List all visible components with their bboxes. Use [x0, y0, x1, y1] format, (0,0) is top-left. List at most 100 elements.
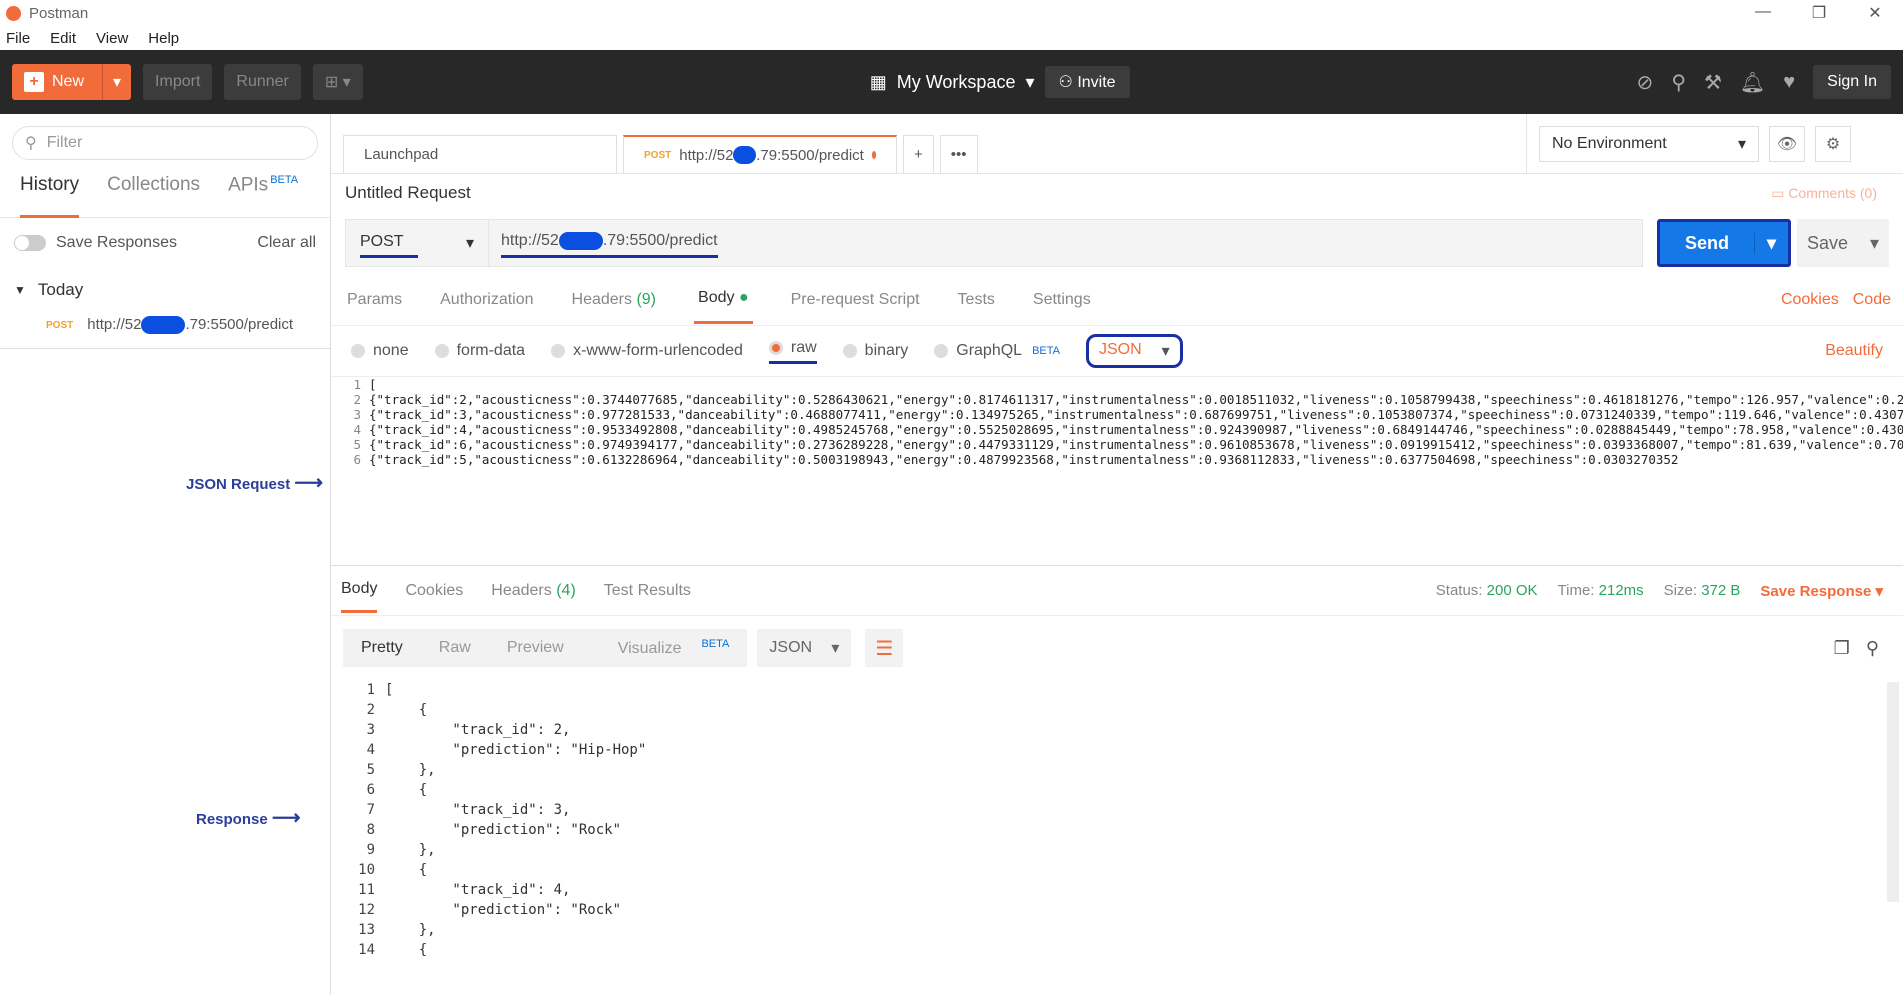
tab-settings[interactable]: Settings [1033, 291, 1091, 309]
send-button[interactable]: Send ▾ [1657, 219, 1791, 267]
code-line: 11 "track_id": 4, [331, 880, 1903, 900]
caret-down-icon: ▼ [14, 283, 26, 297]
more-tabs-icon[interactable]: ••• [939, 135, 978, 173]
radio-raw[interactable]: raw [768, 339, 817, 364]
tab-tests[interactable]: Tests [958, 291, 995, 309]
code-text: "prediction": "Rock" [385, 902, 622, 918]
tab-headers[interactable]: Headers (9) [572, 291, 657, 309]
beautify-button[interactable]: Beautify [1825, 342, 1883, 360]
code-line: 4 "prediction": "Hip-Hop" [331, 740, 1903, 760]
menu-help[interactable]: Help [148, 30, 179, 47]
view-pretty[interactable]: Pretty [343, 639, 421, 657]
radio-urlencoded[interactable]: x-www-form-urlencoded [551, 342, 743, 360]
tab-collections[interactable]: Collections [107, 174, 200, 217]
code-line: 9 }, [331, 840, 1903, 860]
chevron-down-icon[interactable]: ▾ [1754, 232, 1788, 254]
tab-pre-request-script[interactable]: Pre-request Script [791, 291, 920, 309]
arrow-right-icon: ⟶ [294, 472, 324, 494]
view-visualize[interactable]: Visualize BETA [582, 638, 748, 658]
menu-bar: File Edit View Help [0, 26, 1903, 50]
code-text: "prediction": "Rock" [385, 822, 622, 838]
wrap-lines-icon[interactable]: ☰ [865, 629, 904, 667]
redaction-mark [558, 232, 603, 251]
eye-icon[interactable]: 👁︎ [1769, 126, 1805, 162]
code-text: { [385, 862, 428, 878]
menu-edit[interactable]: Edit [50, 30, 76, 47]
request-body-editor[interactable]: 1[2 {"track_id":2,"acousticness":0.374407… [331, 376, 1903, 566]
history-group-today[interactable]: ▼ Today [0, 268, 330, 300]
response-body-viewer[interactable]: 1[2 {3 "track_id": 2, 4 "prediction": "Hi… [331, 680, 1903, 970]
comments-button[interactable]: ▭ Comments (0) [1771, 185, 1877, 202]
tab-launchpad[interactable]: Launchpad [343, 135, 617, 173]
import-button[interactable]: Import [143, 64, 213, 100]
restore-icon[interactable]: ❐ [1791, 3, 1847, 23]
view-mode-group: Pretty Raw Preview Visualize BETA [343, 629, 748, 667]
view-preview[interactable]: Preview [489, 639, 582, 657]
tab-test-results[interactable]: Test Results [604, 582, 691, 600]
url-input[interactable]: http://52.79:5500/predict [489, 219, 1643, 267]
tab-history[interactable]: History [20, 174, 80, 218]
code-text: {"track_id":4,"acousticness":0.953349280… [369, 422, 1903, 437]
body-format-select[interactable]: JSON ▾ [1085, 334, 1183, 368]
save-response-button[interactable]: Save Response ▾ [1760, 582, 1883, 600]
filter-input[interactable]: ⚲ Filter [12, 126, 318, 160]
line-number: 7 [366, 802, 375, 818]
wrench-icon[interactable]: ⚒ [1704, 70, 1722, 95]
clear-all-button[interactable]: Clear all [257, 234, 316, 252]
title-bar: Postman — ❐ ✕ [0, 0, 1903, 26]
environment-select[interactable]: No Environment ▾ [1539, 126, 1759, 162]
request-title-row: Untitled Request ▭ Comments (0) [331, 174, 1903, 212]
menu-view[interactable]: View [96, 30, 128, 47]
runner-button[interactable]: Runner [224, 64, 301, 100]
workspace-switcher[interactable]: ▦ My Workspace ▾ ⚇ Invite [870, 66, 1130, 98]
view-raw[interactable]: Raw [421, 639, 489, 657]
invite-button[interactable]: ⚇ Invite [1044, 66, 1130, 98]
tab-response-headers[interactable]: Headers (4) [491, 582, 576, 600]
tab-apis[interactable]: APIs BETA [228, 174, 298, 217]
line-number: 13 [358, 922, 375, 938]
radio-binary[interactable]: binary [842, 342, 908, 360]
history-item[interactable]: POST http://52.79:5500/predict [0, 300, 330, 335]
sign-in-button[interactable]: Sign In [1813, 65, 1891, 99]
sync-off-icon[interactable]: ⊘ [1637, 70, 1654, 95]
chevron-down-icon: ▾ [1161, 343, 1170, 360]
tab-authorization[interactable]: Authorization [440, 291, 533, 309]
add-window-icon: ⊞ ▾ [324, 74, 351, 91]
save-responses-toggle[interactable] [14, 235, 46, 251]
method-select[interactable]: POST ▾ [345, 219, 489, 267]
tab-response-cookies[interactable]: Cookies [405, 582, 463, 600]
close-icon[interactable]: ✕ [1847, 3, 1903, 23]
tab-params[interactable]: Params [347, 291, 402, 309]
add-tab-button[interactable]: + [903, 135, 934, 173]
satellite-icon[interactable]: ⚲ [1671, 70, 1686, 95]
minimize-icon[interactable]: — [1735, 3, 1791, 23]
request-title[interactable]: Untitled Request [345, 183, 471, 203]
radio-form-data[interactable]: form-data [434, 342, 525, 360]
code-line: 5 }, [331, 760, 1903, 780]
redaction-mark [141, 316, 186, 335]
menu-file[interactable]: File [6, 30, 30, 47]
new-window-button[interactable]: ⊞ ▾ [312, 64, 363, 100]
tab-body[interactable]: Body ● [694, 275, 753, 324]
radio-none[interactable]: none [351, 342, 409, 360]
chevron-down-icon[interactable]: ▾ [102, 64, 131, 100]
tab-response-body[interactable]: Body [341, 568, 378, 613]
save-button[interactable]: Save ▾ [1797, 219, 1889, 267]
tab-active-request[interactable]: POST http://52.79:5500/predict [623, 135, 897, 173]
line-number: 2 [353, 392, 361, 407]
code-line: 3 {"track_id":3,"acousticness":0.97728153… [331, 407, 1903, 422]
code-line: 4 {"track_id":4,"acousticness":0.95334928… [331, 422, 1903, 437]
new-button[interactable]: + New ▾ [12, 64, 132, 100]
filter-placeholder: Filter [46, 134, 83, 151]
response-format-select[interactable]: JSON ▾ [757, 629, 852, 667]
search-icon[interactable]: ⚲ [1866, 638, 1879, 659]
redaction-mark [733, 146, 757, 164]
code-link[interactable]: Code [1853, 291, 1891, 309]
scrollbar[interactable] [1887, 682, 1899, 902]
heart-icon[interactable]: ♥ [1783, 71, 1795, 94]
radio-graphql[interactable]: GraphQL BETA [934, 342, 1060, 360]
copy-icon[interactable]: ❐ [1834, 638, 1850, 659]
gear-icon[interactable]: ⚙ [1815, 126, 1851, 162]
cookies-link[interactable]: Cookies [1781, 291, 1839, 309]
bell-icon[interactable]: 🔔︎ [1740, 70, 1765, 95]
